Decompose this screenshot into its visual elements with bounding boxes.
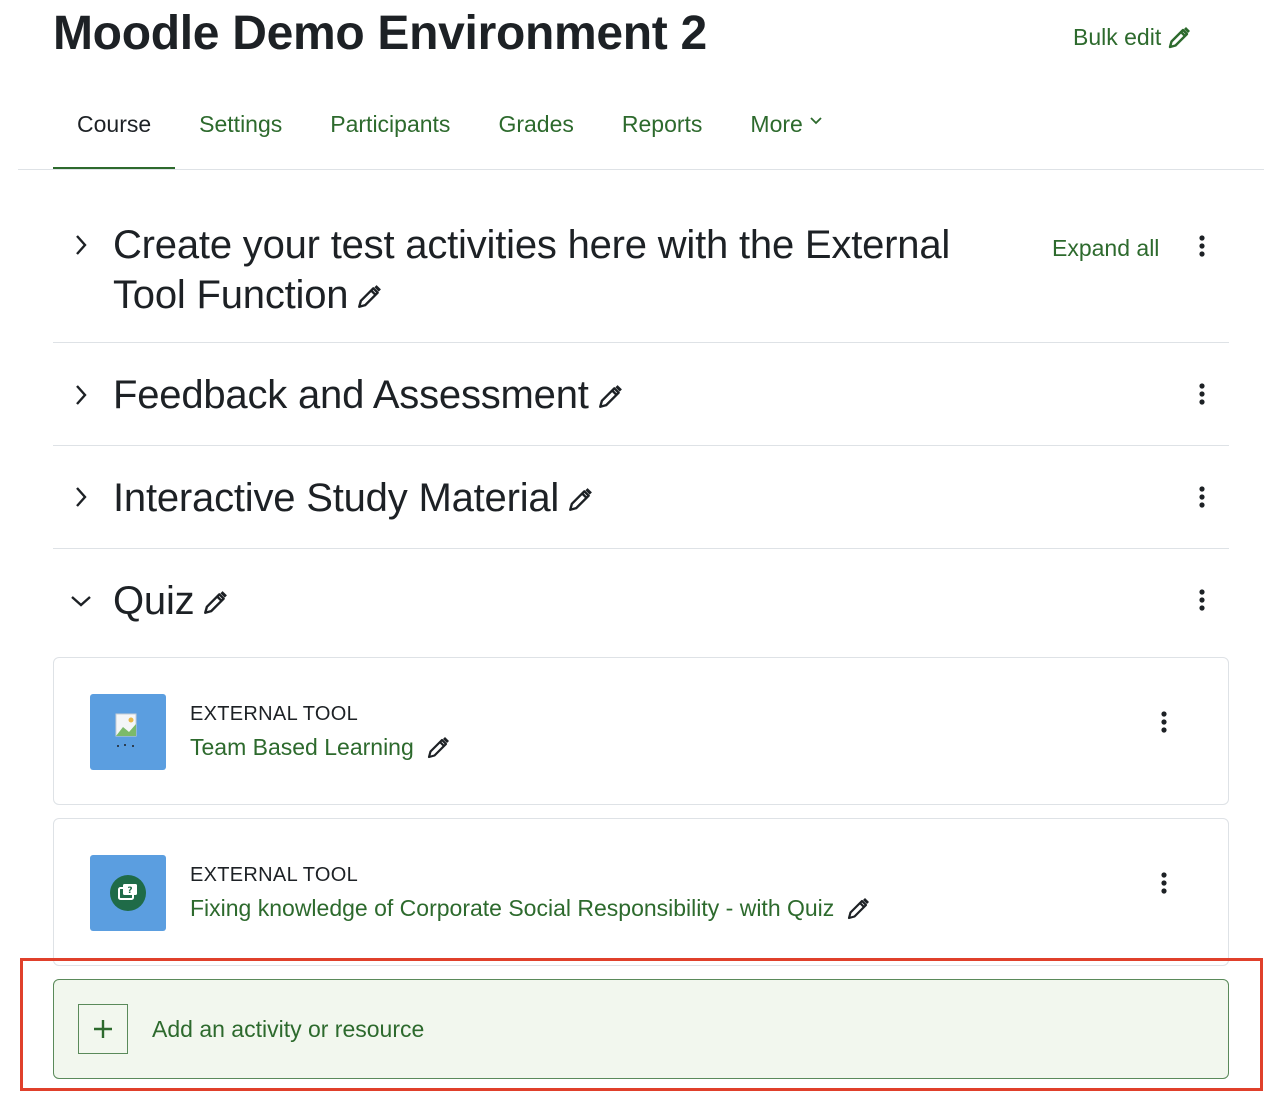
course-page: Moodle Demo Environment 2 Bulk edit Cour… — [0, 0, 1276, 1098]
activity-menu-button[interactable] — [1152, 706, 1176, 738]
tab-more-label: More — [750, 111, 803, 137]
activity-type-label: EXTERNAL TOOL — [190, 703, 359, 725]
tab-settings-label: Settings — [199, 111, 283, 137]
tab-course[interactable]: Course — [53, 98, 176, 170]
section-2-title-text: Feedback and Assessment — [113, 373, 589, 417]
broken-image-icon — [90, 694, 166, 770]
add-activity-button[interactable]: Add an activity or resource — [53, 979, 1229, 1079]
section-4-title-text: Quiz — [113, 579, 195, 623]
section-divider — [53, 548, 1229, 549]
section-2-expand-toggle[interactable] — [66, 380, 96, 410]
kebab-menu-icon — [1199, 486, 1205, 508]
section-3-menu-button[interactable] — [1190, 481, 1214, 513]
chevron-down-icon — [71, 596, 91, 607]
tab-settings[interactable]: Settings — [175, 98, 306, 170]
section-1-title-line2: Tool Function — [113, 273, 349, 317]
bulk-edit-button[interactable]: Bulk edit — [1073, 24, 1191, 51]
kebab-menu-icon — [1161, 711, 1167, 733]
tab-grades-label: Grades — [498, 111, 574, 137]
chevron-right-icon — [76, 385, 87, 405]
pencil-icon[interactable] — [426, 736, 450, 760]
section-divider — [53, 342, 1229, 343]
section-4-menu-button[interactable] — [1190, 584, 1214, 616]
tab-reports[interactable]: Reports — [598, 98, 727, 170]
add-activity-label: Add an activity or resource — [152, 1016, 425, 1042]
activity-link[interactable]: Team Based Learning — [190, 734, 450, 761]
course-tabs: Course Settings Participants Grades Repo… — [53, 98, 847, 170]
tab-more[interactable]: More — [726, 98, 846, 170]
pencil-icon[interactable] — [846, 897, 870, 921]
chevron-right-icon — [76, 487, 87, 507]
section-4-title[interactable]: Quiz — [113, 576, 228, 626]
section-3-expand-toggle[interactable] — [66, 482, 96, 512]
section-4-collapse-toggle[interactable] — [66, 586, 96, 616]
pencil-icon[interactable] — [356, 284, 382, 310]
pencil-icon[interactable] — [202, 590, 228, 616]
tab-course-label: Course — [77, 111, 152, 137]
pencil-icon[interactable] — [597, 384, 623, 410]
section-1-title-line1: Create your test activities here with th… — [113, 223, 951, 267]
pencil-icon[interactable] — [567, 487, 593, 513]
section-2-title[interactable]: Feedback and Assessment — [113, 370, 623, 420]
tabs-divider — [18, 169, 1264, 170]
tab-participants-label: Participants — [330, 111, 451, 137]
expand-all-link[interactable]: Expand all — [1052, 235, 1159, 262]
pencil-icon — [1169, 26, 1191, 48]
chevron-down-icon — [810, 117, 822, 125]
activity-menu-button[interactable] — [1152, 867, 1176, 899]
section-2-menu-button[interactable] — [1190, 378, 1214, 410]
tab-grades[interactable]: Grades — [474, 98, 597, 170]
tab-participants[interactable]: Participants — [306, 98, 474, 170]
bulk-edit-label: Bulk edit — [1073, 24, 1162, 50]
kebab-menu-icon — [1161, 872, 1167, 894]
section-1-menu-button[interactable] — [1190, 230, 1214, 262]
activity-name: Team Based Learning — [190, 734, 414, 760]
kebab-menu-icon — [1199, 383, 1205, 405]
section-3-title-text: Interactive Study Material — [113, 476, 560, 520]
plus-icon — [78, 1004, 128, 1054]
course-title: Moodle Demo Environment 2 — [53, 7, 707, 60]
activity-card: ? EXTERNAL TOOL Fixing knowledge of Corp… — [53, 818, 1229, 966]
activity-name: Fixing knowledge of Corporate Social Res… — [190, 895, 835, 921]
section-3-title[interactable]: Interactive Study Material — [113, 473, 593, 523]
chevron-right-icon — [76, 235, 87, 255]
quiz-cards-icon: ? — [90, 855, 166, 931]
section-1-title[interactable]: Create your test activities here with th… — [113, 220, 950, 320]
section-divider — [53, 445, 1229, 446]
activity-link[interactable]: Fixing knowledge of Corporate Social Res… — [190, 895, 870, 922]
kebab-menu-icon — [1199, 589, 1205, 611]
tab-reports-label: Reports — [621, 111, 703, 137]
svg-text:?: ? — [127, 886, 132, 896]
activity-type-label: EXTERNAL TOOL — [190, 864, 359, 886]
activity-card: EXTERNAL TOOL Team Based Learning — [53, 657, 1229, 805]
kebab-menu-icon — [1199, 235, 1205, 257]
section-1-expand-toggle[interactable] — [66, 230, 96, 260]
